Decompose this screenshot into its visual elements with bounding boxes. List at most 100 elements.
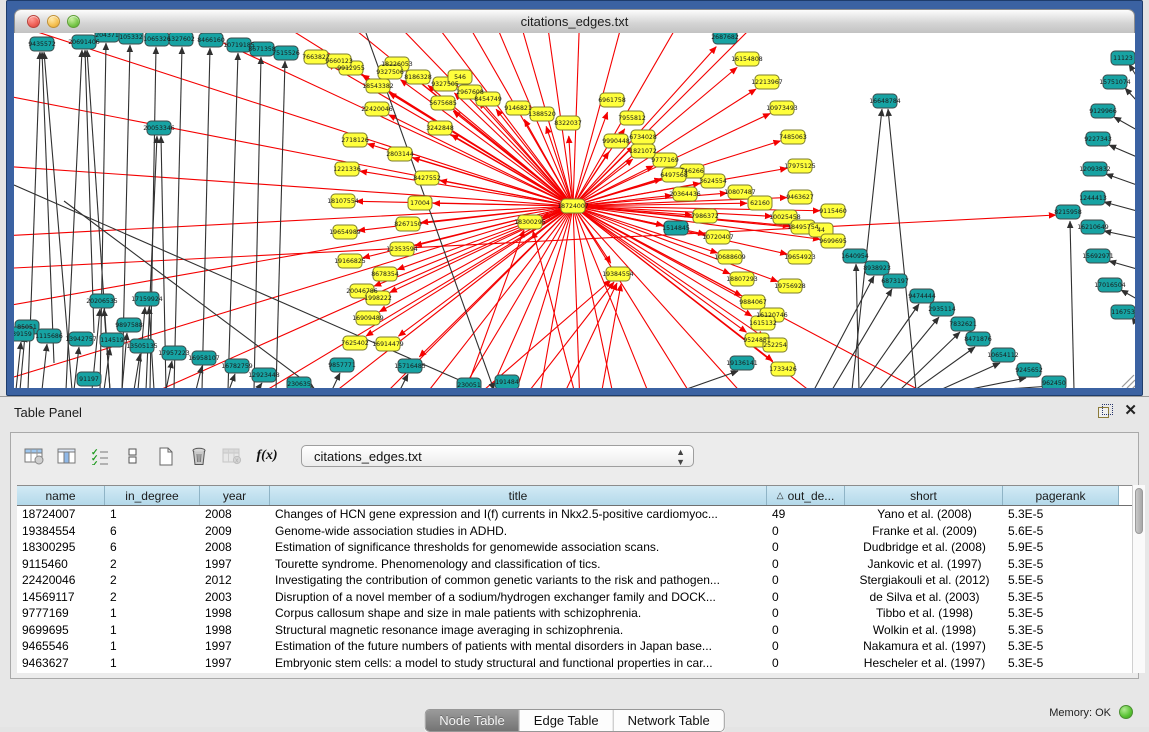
table-cell[interactable]: 2 (105, 572, 200, 589)
column-header-name[interactable]: name (17, 486, 105, 505)
table-cell[interactable]: 18724007 (17, 506, 105, 523)
table-cell[interactable]: Jankovic et al. (1997) (845, 556, 1003, 573)
table-row[interactable]: 977716911998Corpus callosum shape and si… (17, 605, 1132, 622)
table-cell[interactable]: Structural magnetic resonance image aver… (270, 622, 767, 639)
table-cell[interactable]: Stergiakouli et al. (2012) (845, 572, 1003, 589)
function-builder-icon[interactable]: f(x) (250, 442, 284, 470)
delete-column-icon[interactable] (184, 442, 214, 470)
scrollbar-thumb[interactable] (1135, 488, 1143, 534)
table-cell[interactable]: 6 (105, 539, 200, 556)
table-cell[interactable]: Genome-wide association studies in ADHD. (270, 523, 767, 540)
table-cell[interactable]: 2 (105, 589, 200, 606)
table-cell[interactable]: 5.6E-5 (1003, 523, 1119, 540)
network-window-titlebar[interactable]: citations_edges.txt (14, 9, 1135, 33)
table-cell[interactable]: Tibbo et al. (1998) (845, 605, 1003, 622)
table-cell[interactable]: 49 (767, 506, 845, 523)
table-cell[interactable]: 0 (767, 655, 845, 672)
table-cell[interactable]: 1997 (200, 556, 270, 573)
table-cell[interactable]: 0 (767, 622, 845, 639)
table-cell[interactable]: Dudbridge et al. (2008) (845, 539, 1003, 556)
table-cell[interactable]: 1 (105, 655, 200, 672)
table-cell[interactable]: Estimation of the future numbers of pati… (270, 638, 767, 655)
table-row[interactable]: 1830029562008Estimation of significance … (17, 539, 1132, 556)
table-cell[interactable]: Changes of HCN gene expression and I(f) … (270, 506, 767, 523)
table-cell[interactable]: 0 (767, 605, 845, 622)
table-row[interactable]: 911546021997Tourette syndrome. Phenomeno… (17, 556, 1132, 573)
table-cell[interactable]: 1997 (200, 638, 270, 655)
table-cell[interactable]: 1998 (200, 622, 270, 639)
table-cell[interactable]: Investigating the contribution of common… (270, 572, 767, 589)
table-cell[interactable]: Hescheler et al. (1997) (845, 655, 1003, 672)
table-cell[interactable]: 1 (105, 605, 200, 622)
table-cell[interactable]: 1998 (200, 605, 270, 622)
table-cell[interactable]: 0 (767, 556, 845, 573)
table-cell[interactable]: 18300295 (17, 539, 105, 556)
table-cell[interactable]: Embryonic stem cells: a model to study s… (270, 655, 767, 672)
table-cell[interactable]: 5.3E-5 (1003, 655, 1119, 672)
table-cell[interactable]: 2 (105, 556, 200, 573)
table-row[interactable]: 946554611997Estimation of the future num… (17, 638, 1132, 655)
table-cell[interactable]: 1 (105, 638, 200, 655)
select-columns-icon[interactable]: ✓✓✓ (85, 442, 115, 470)
table-settings-icon[interactable] (19, 442, 49, 470)
table-cell[interactable]: 1997 (200, 655, 270, 672)
column-header-pagerank[interactable]: pagerank (1003, 486, 1119, 505)
table-cell[interactable]: Estimation of significance thresholds fo… (270, 539, 767, 556)
float-panel-icon[interactable] (1098, 404, 1113, 418)
table-cell[interactable]: 1 (105, 622, 200, 639)
table-cell[interactable]: Franke et al. (2009) (845, 523, 1003, 540)
network-canvas[interactable]: 1872400799129551822605393275068186328932… (14, 33, 1135, 388)
table-cell[interactable]: 2009 (200, 523, 270, 540)
table-row[interactable]: 1456911722003Disruption of a novel membe… (17, 589, 1132, 606)
table-cell[interactable]: 5.3E-5 (1003, 605, 1119, 622)
table-cell[interactable]: 9115460 (17, 556, 105, 573)
table-select-dropdown[interactable]: citations_edges.txt ▲▼ (301, 445, 694, 467)
table-cell[interactable]: Wolkin et al. (1998) (845, 622, 1003, 639)
table-cell[interactable]: 0 (767, 589, 845, 606)
table-row[interactable]: 946362711997Embryonic stem cells: a mode… (17, 655, 1132, 672)
row-height-icon[interactable] (118, 442, 148, 470)
table-cell[interactable]: 9699695 (17, 622, 105, 639)
table-row[interactable]: 1938455462009Genome-wide association stu… (17, 523, 1132, 540)
table-cell[interactable]: 0 (767, 539, 845, 556)
table-cell[interactable]: de Silva et al. (2003) (845, 589, 1003, 606)
table-cell[interactable]: Tourette syndrome. Phenomenology and cla… (270, 556, 767, 573)
table-row[interactable]: 1872400712008Changes of HCN gene express… (17, 506, 1132, 523)
column-header-year[interactable]: year (200, 486, 270, 505)
table-cell[interactable]: 0 (767, 523, 845, 540)
table-cell[interactable]: 5.3E-5 (1003, 638, 1119, 655)
table-cell[interactable]: 2003 (200, 589, 270, 606)
table-cell[interactable]: 0 (767, 572, 845, 589)
table-cell[interactable]: 5.5E-5 (1003, 572, 1119, 589)
table-cell[interactable]: 6 (105, 523, 200, 540)
table-cell[interactable]: 5.3E-5 (1003, 556, 1119, 573)
column-header-title[interactable]: title (270, 486, 767, 505)
table-cell[interactable]: 0 (767, 638, 845, 655)
new-column-icon[interactable] (151, 442, 181, 470)
table-cell[interactable]: 2008 (200, 506, 270, 523)
table-row[interactable]: 2242004622012Investigating the contribut… (17, 572, 1132, 589)
table-cell[interactable]: 22420046 (17, 572, 105, 589)
table-cell[interactable]: 5.9E-5 (1003, 539, 1119, 556)
column-header-out_de[interactable]: △out_de... (767, 486, 845, 505)
table-cell[interactable]: 5.3E-5 (1003, 589, 1119, 606)
table-cell[interactable]: 5.3E-5 (1003, 622, 1119, 639)
column-header-short[interactable]: short (845, 486, 1003, 505)
table-cell[interactable]: 9777169 (17, 605, 105, 622)
column-header-in_degree[interactable]: in_degree (105, 486, 200, 505)
table-cell[interactable]: 19384554 (17, 523, 105, 540)
table-cell[interactable]: Yano et al. (2008) (845, 506, 1003, 523)
table-cell[interactable]: 2012 (200, 572, 270, 589)
table-cell[interactable]: Disruption of a novel member of a sodium… (270, 589, 767, 606)
table-cell[interactable]: 9465546 (17, 638, 105, 655)
table-cell[interactable]: 14569117 (17, 589, 105, 606)
import-table-icon[interactable]: x (217, 442, 247, 470)
table-row[interactable]: 969969511998Structural magnetic resonanc… (17, 622, 1132, 639)
table-cell[interactable]: 9463627 (17, 655, 105, 672)
table-cell[interactable]: Corpus callosum shape and size in male p… (270, 605, 767, 622)
table-cell[interactable]: 5.3E-5 (1003, 506, 1119, 523)
show-columns-icon[interactable] (52, 442, 82, 470)
table-cell[interactable]: 1 (105, 506, 200, 523)
table-cell[interactable]: 2008 (200, 539, 270, 556)
network-graph[interactable]: 1872400799129551822605393275068186328932… (14, 33, 1135, 388)
